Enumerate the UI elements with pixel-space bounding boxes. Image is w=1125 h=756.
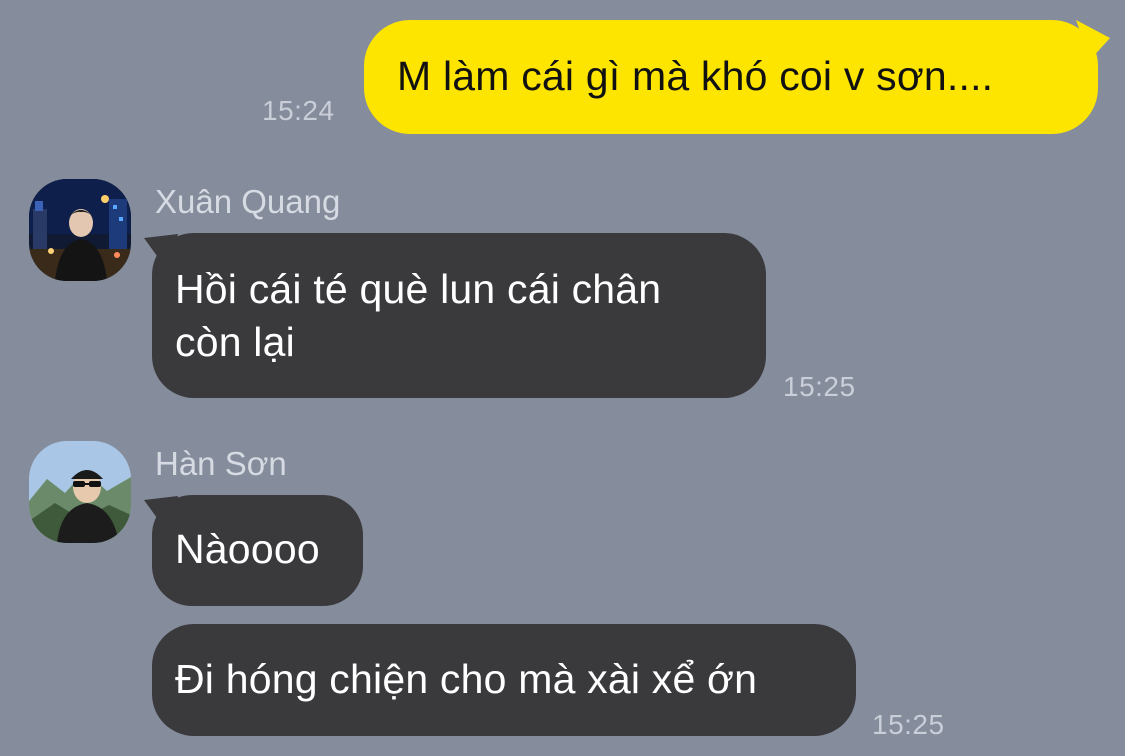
- incoming-message-bubble[interactable]: Nàoooo: [152, 495, 363, 606]
- message-text: Đi hóng chiện cho mà xài xể ớn: [175, 656, 758, 702]
- message-text-line: còn lại: [175, 319, 295, 365]
- avatar[interactable]: [29, 441, 131, 543]
- bubble-tail: [1076, 20, 1110, 60]
- sender-name: Hàn Sơn: [155, 445, 287, 482]
- message-timestamp: 15:25: [783, 371, 856, 402]
- profile-photo-sunglasses-mountain-icon: [29, 441, 131, 543]
- avatar[interactable]: [29, 179, 131, 281]
- outgoing-message-bubble[interactable]: M làm cái gì mà khó coi v sơn....: [364, 20, 1098, 134]
- profile-photo-night-city-icon: [29, 179, 131, 281]
- message-text: M làm cái gì mà khó coi v sơn....: [397, 53, 994, 99]
- sender-name: Xuân Quang: [155, 183, 341, 220]
- message-timestamp: 15:25: [872, 709, 945, 740]
- incoming-message-bubble[interactable]: Hồi cái té què lun cái chân còn lại: [152, 233, 766, 398]
- incoming-message-bubble[interactable]: Đi hóng chiện cho mà xài xể ớn: [152, 624, 856, 736]
- chat-thread[interactable]: 15:24 M làm cái gì mà khó coi v sơn....: [0, 0, 1125, 756]
- message-text-line: Hồi cái té què lun cái chân: [175, 266, 662, 312]
- message-text: Nàoooo: [175, 526, 320, 572]
- message-timestamp: 15:24: [262, 95, 335, 126]
